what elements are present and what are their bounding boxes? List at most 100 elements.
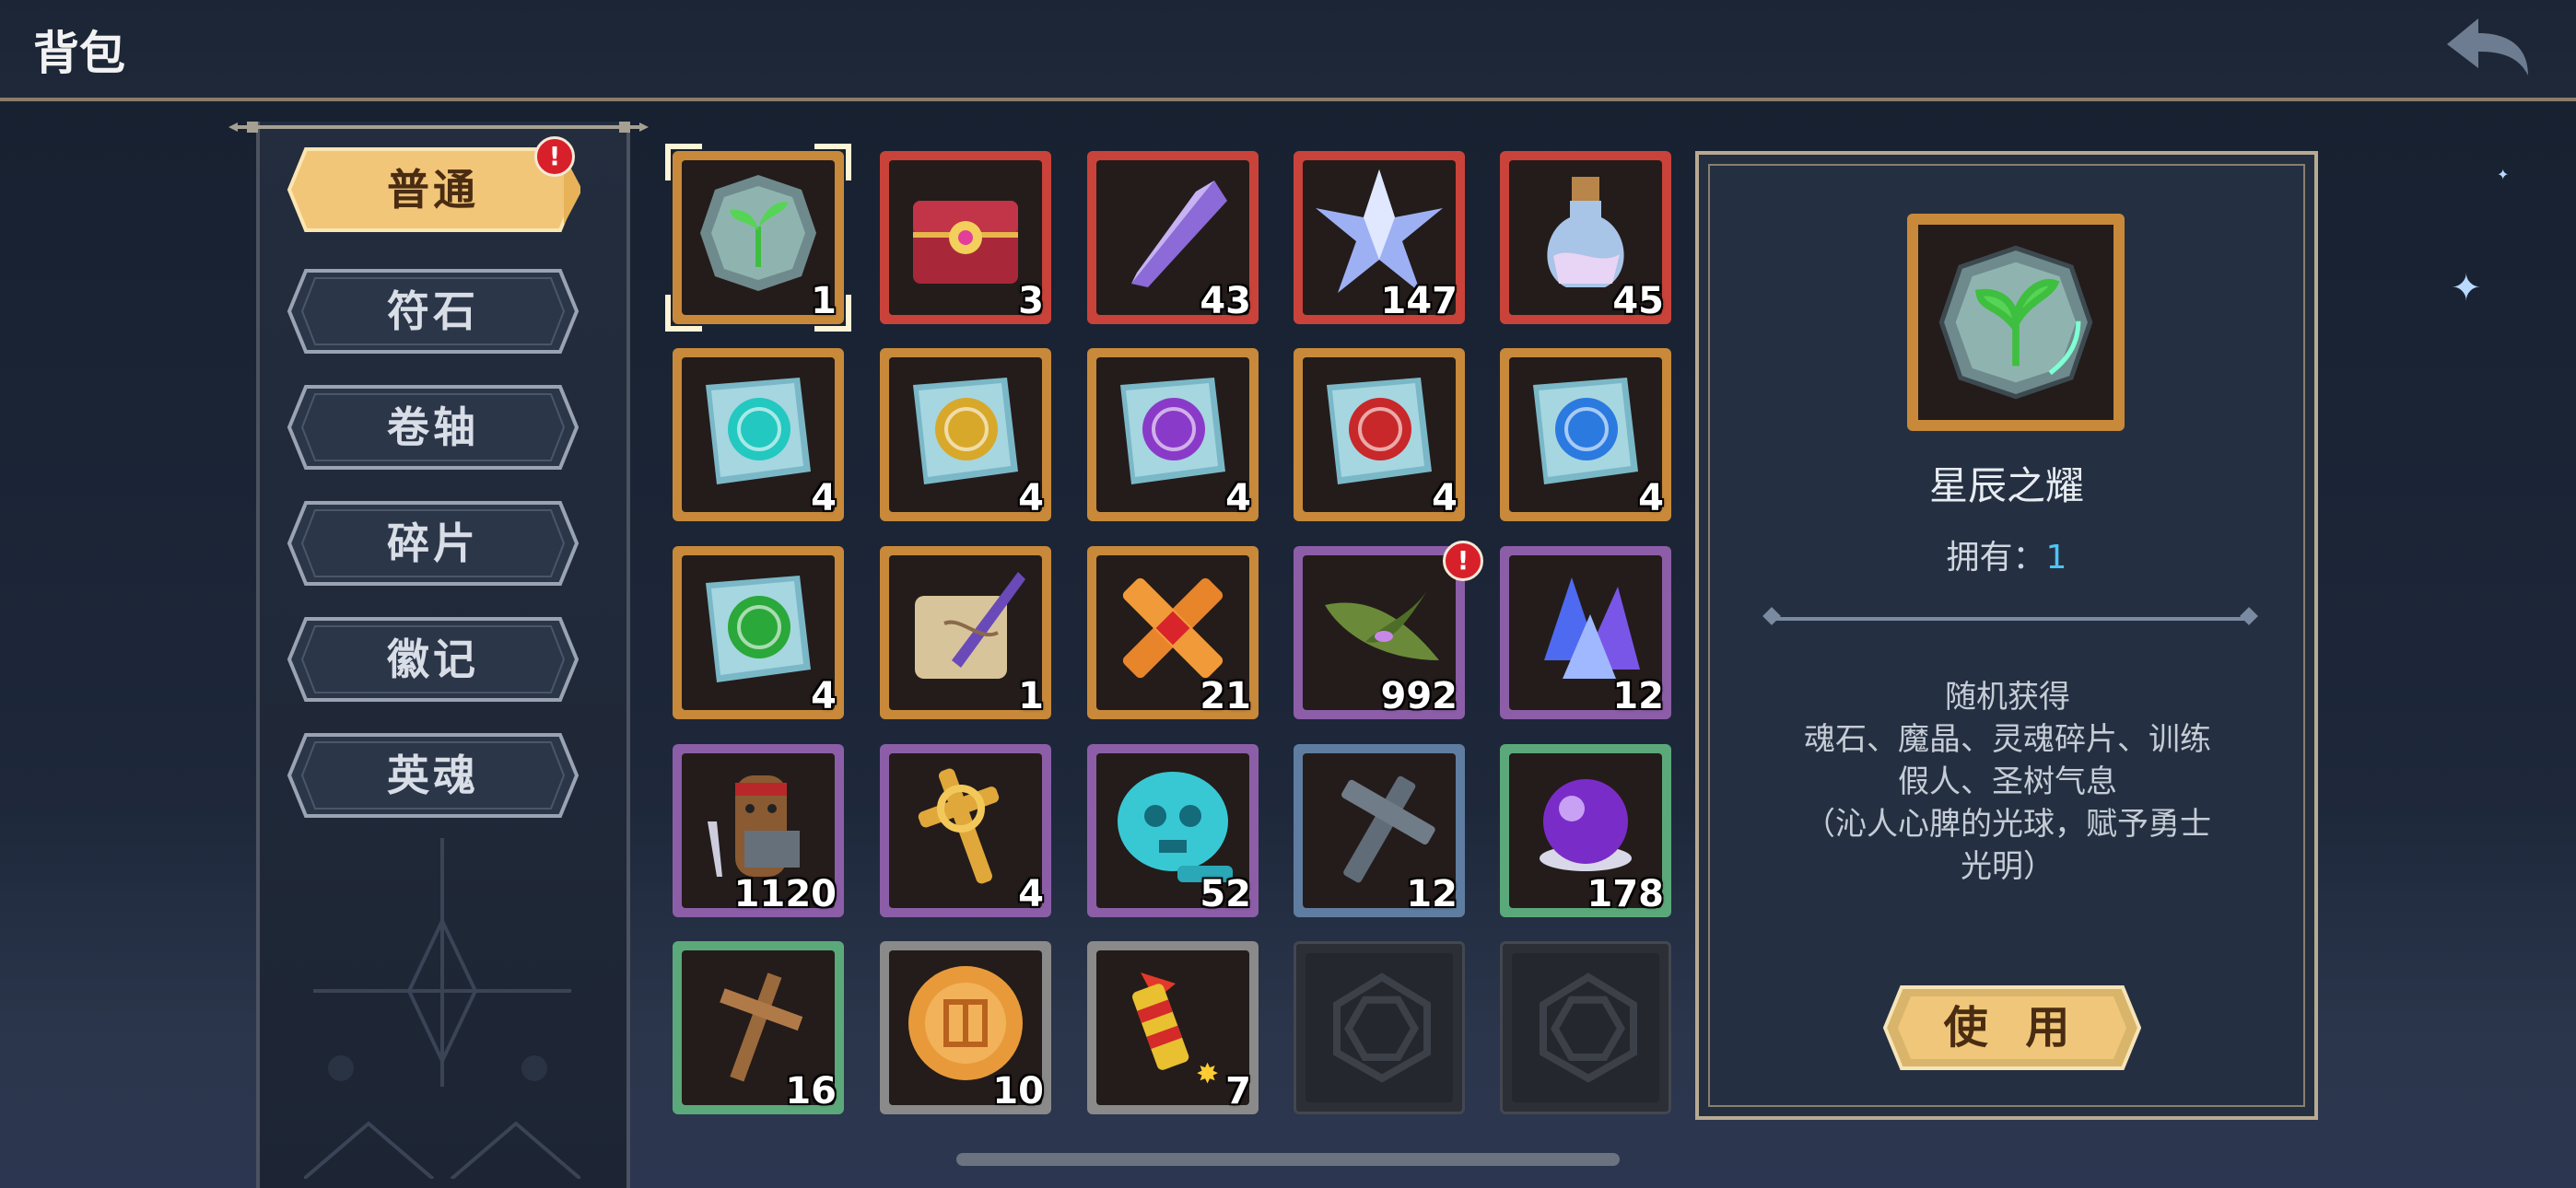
blue-rune-scroll-icon [1533, 378, 1638, 484]
selection-corner [814, 295, 851, 332]
detail-divider [1771, 617, 2250, 621]
sprout-orb-icon [700, 175, 816, 291]
inventory-slot[interactable]: 4 [1500, 348, 1671, 521]
tab-label: 英魂 [387, 751, 479, 800]
description-line: 假人、圣树气息 [1898, 763, 2117, 800]
inventory-slot[interactable]: 12 [1294, 744, 1465, 917]
empty-slot-icon [1333, 973, 1431, 1083]
inventory-slot[interactable]: 4 [673, 348, 844, 521]
description-line: 魂石、魔晶、灵魂碎片、训练 [1804, 721, 2211, 758]
description-line: 随机获得 [1945, 679, 2070, 716]
description-line: （沁人心脾的光球，赋予勇士 [1804, 806, 2211, 843]
inventory-slot[interactable]: 21 [1087, 546, 1259, 719]
inventory-slot[interactable]: 52 [1087, 744, 1259, 917]
inventory-slot[interactable]: 43 [1087, 151, 1259, 324]
svg-text:✸: ✸ [1196, 1058, 1219, 1090]
top-bar: 背包 [0, 0, 2576, 98]
item-quantity: 3 [1018, 280, 1044, 322]
item-quantity: 21 [1200, 675, 1251, 717]
empty-slot-icon [1540, 973, 1637, 1083]
item-quantity: 4 [1638, 477, 1664, 519]
alert-badge: ! [1443, 541, 1483, 581]
item-description: 随机获得魂石、魔晶、灵魂碎片、训练 假人、圣树气息 （沁人心脾的光球，赋予勇士 光明） [1763, 676, 2252, 888]
sidebar-top-rail [228, 122, 649, 133]
red-rune-scroll-icon [1327, 378, 1432, 484]
item-quantity: 992 [1380, 675, 1458, 717]
item-quantity: 12 [1612, 675, 1664, 717]
inventory-slot[interactable]: 12 [1500, 546, 1671, 719]
tab-5[interactable]: 英魂 [286, 731, 580, 820]
back-button[interactable] [2443, 15, 2532, 81]
item-name: 星辰之耀 [1928, 463, 2084, 508]
item-quantity: 10 [992, 1070, 1044, 1112]
use-button[interactable]: 使 用 [1882, 984, 2142, 1072]
empty-slot [1294, 941, 1465, 1114]
header-divider [0, 98, 2576, 101]
item-quantity: 52 [1200, 873, 1251, 915]
item-quantity: 1120 [733, 873, 837, 915]
item-quantity: 43 [1200, 280, 1251, 322]
tab-3[interactable]: 碎片 [286, 499, 580, 588]
owned-label: 拥有： [1946, 539, 2046, 577]
horizontal-scrollbar[interactable] [956, 1153, 1620, 1166]
inventory-slot[interactable]: 4 [880, 348, 1051, 521]
green-rune-scroll-icon [706, 576, 811, 682]
cyan-rune-scroll-icon [706, 378, 811, 484]
inventory-slot[interactable]: 1 [880, 546, 1051, 719]
inventory-slot[interactable]: ✸ 7 [1087, 941, 1259, 1114]
item-quantity: 4 [1018, 477, 1044, 519]
item-quantity: 4 [1225, 477, 1251, 519]
description-line: 光明） [1961, 848, 2055, 885]
item-quantity: 4 [811, 675, 837, 717]
item-detail-panel: 星辰之耀 拥有：1 随机获得魂石、魔晶、灵魂碎片、训练 假人、圣树气息 （沁人心脾的… [1695, 151, 2318, 1120]
alert-badge: ! [534, 136, 575, 177]
star-sparkle: ✦ [2451, 267, 2482, 309]
purple-rune-scroll-icon [1120, 378, 1225, 484]
selection-corner [665, 295, 702, 332]
sprout-orb-icon [1938, 245, 2093, 400]
inventory-slot[interactable]: 3 [880, 151, 1051, 324]
tab-label: 徽记 [387, 635, 479, 684]
yellow-rune-scroll-icon [913, 378, 1018, 484]
item-quantity: 4 [811, 477, 837, 519]
item-quantity: 147 [1380, 280, 1458, 322]
tab-4[interactable]: 徽记 [286, 615, 580, 704]
golden-cross-icon [918, 768, 1000, 884]
empty-slot [1500, 941, 1671, 1114]
inventory-slot[interactable]: 147 [1294, 151, 1465, 324]
inventory-slot[interactable]: 1 [665, 144, 851, 332]
inventory-slot[interactable]: 16 [673, 941, 844, 1114]
item-quantity: 4 [1018, 873, 1044, 915]
inventory-slot[interactable]: 178 [1500, 744, 1671, 917]
inventory-slot[interactable]: 4 [880, 744, 1051, 917]
use-button-label: 使 用 [1943, 1002, 2081, 1054]
inventory-slot[interactable]: 4 [1087, 348, 1259, 521]
tab-2[interactable]: 卷轴 [286, 383, 580, 472]
inventory-slot[interactable]: 10 [880, 941, 1051, 1114]
inventory-slot[interactable]: 4 [1294, 348, 1465, 521]
tab-label: 卷轴 [387, 402, 479, 452]
firework-rocket-icon: ✸ [1132, 973, 1219, 1090]
item-quantity: 16 [785, 1070, 837, 1112]
item-quantity: 178 [1587, 873, 1665, 915]
item-quantity: 12 [1406, 873, 1458, 915]
item-owned: 拥有：1 [1699, 530, 2314, 578]
tab-0[interactable]: 普通! [286, 136, 580, 234]
treasure-chest-icon [913, 201, 1018, 284]
item-quantity: 1 [1018, 675, 1044, 717]
item-quantity: 4 [1432, 477, 1458, 519]
star-sparkle: ✦ [2497, 166, 2510, 183]
quill-scroll-icon [915, 572, 1025, 679]
tab-label: 碎片 [387, 518, 479, 568]
sidebar-ornament [304, 838, 580, 1179]
item-quantity: 7 [1225, 1070, 1251, 1112]
inventory-slot[interactable]: 992! [1294, 541, 1483, 719]
selection-corner [814, 144, 851, 181]
tab-1[interactable]: 符石 [286, 267, 580, 355]
page-title: 背包 [33, 27, 125, 80]
inventory-slot[interactable]: 4 [673, 546, 844, 719]
inventory-slot[interactable]: 1120 [673, 744, 844, 917]
inventory-slot[interactable]: 45 [1500, 151, 1671, 324]
back-arrow-icon [2447, 18, 2528, 76]
selection-corner [665, 144, 702, 181]
